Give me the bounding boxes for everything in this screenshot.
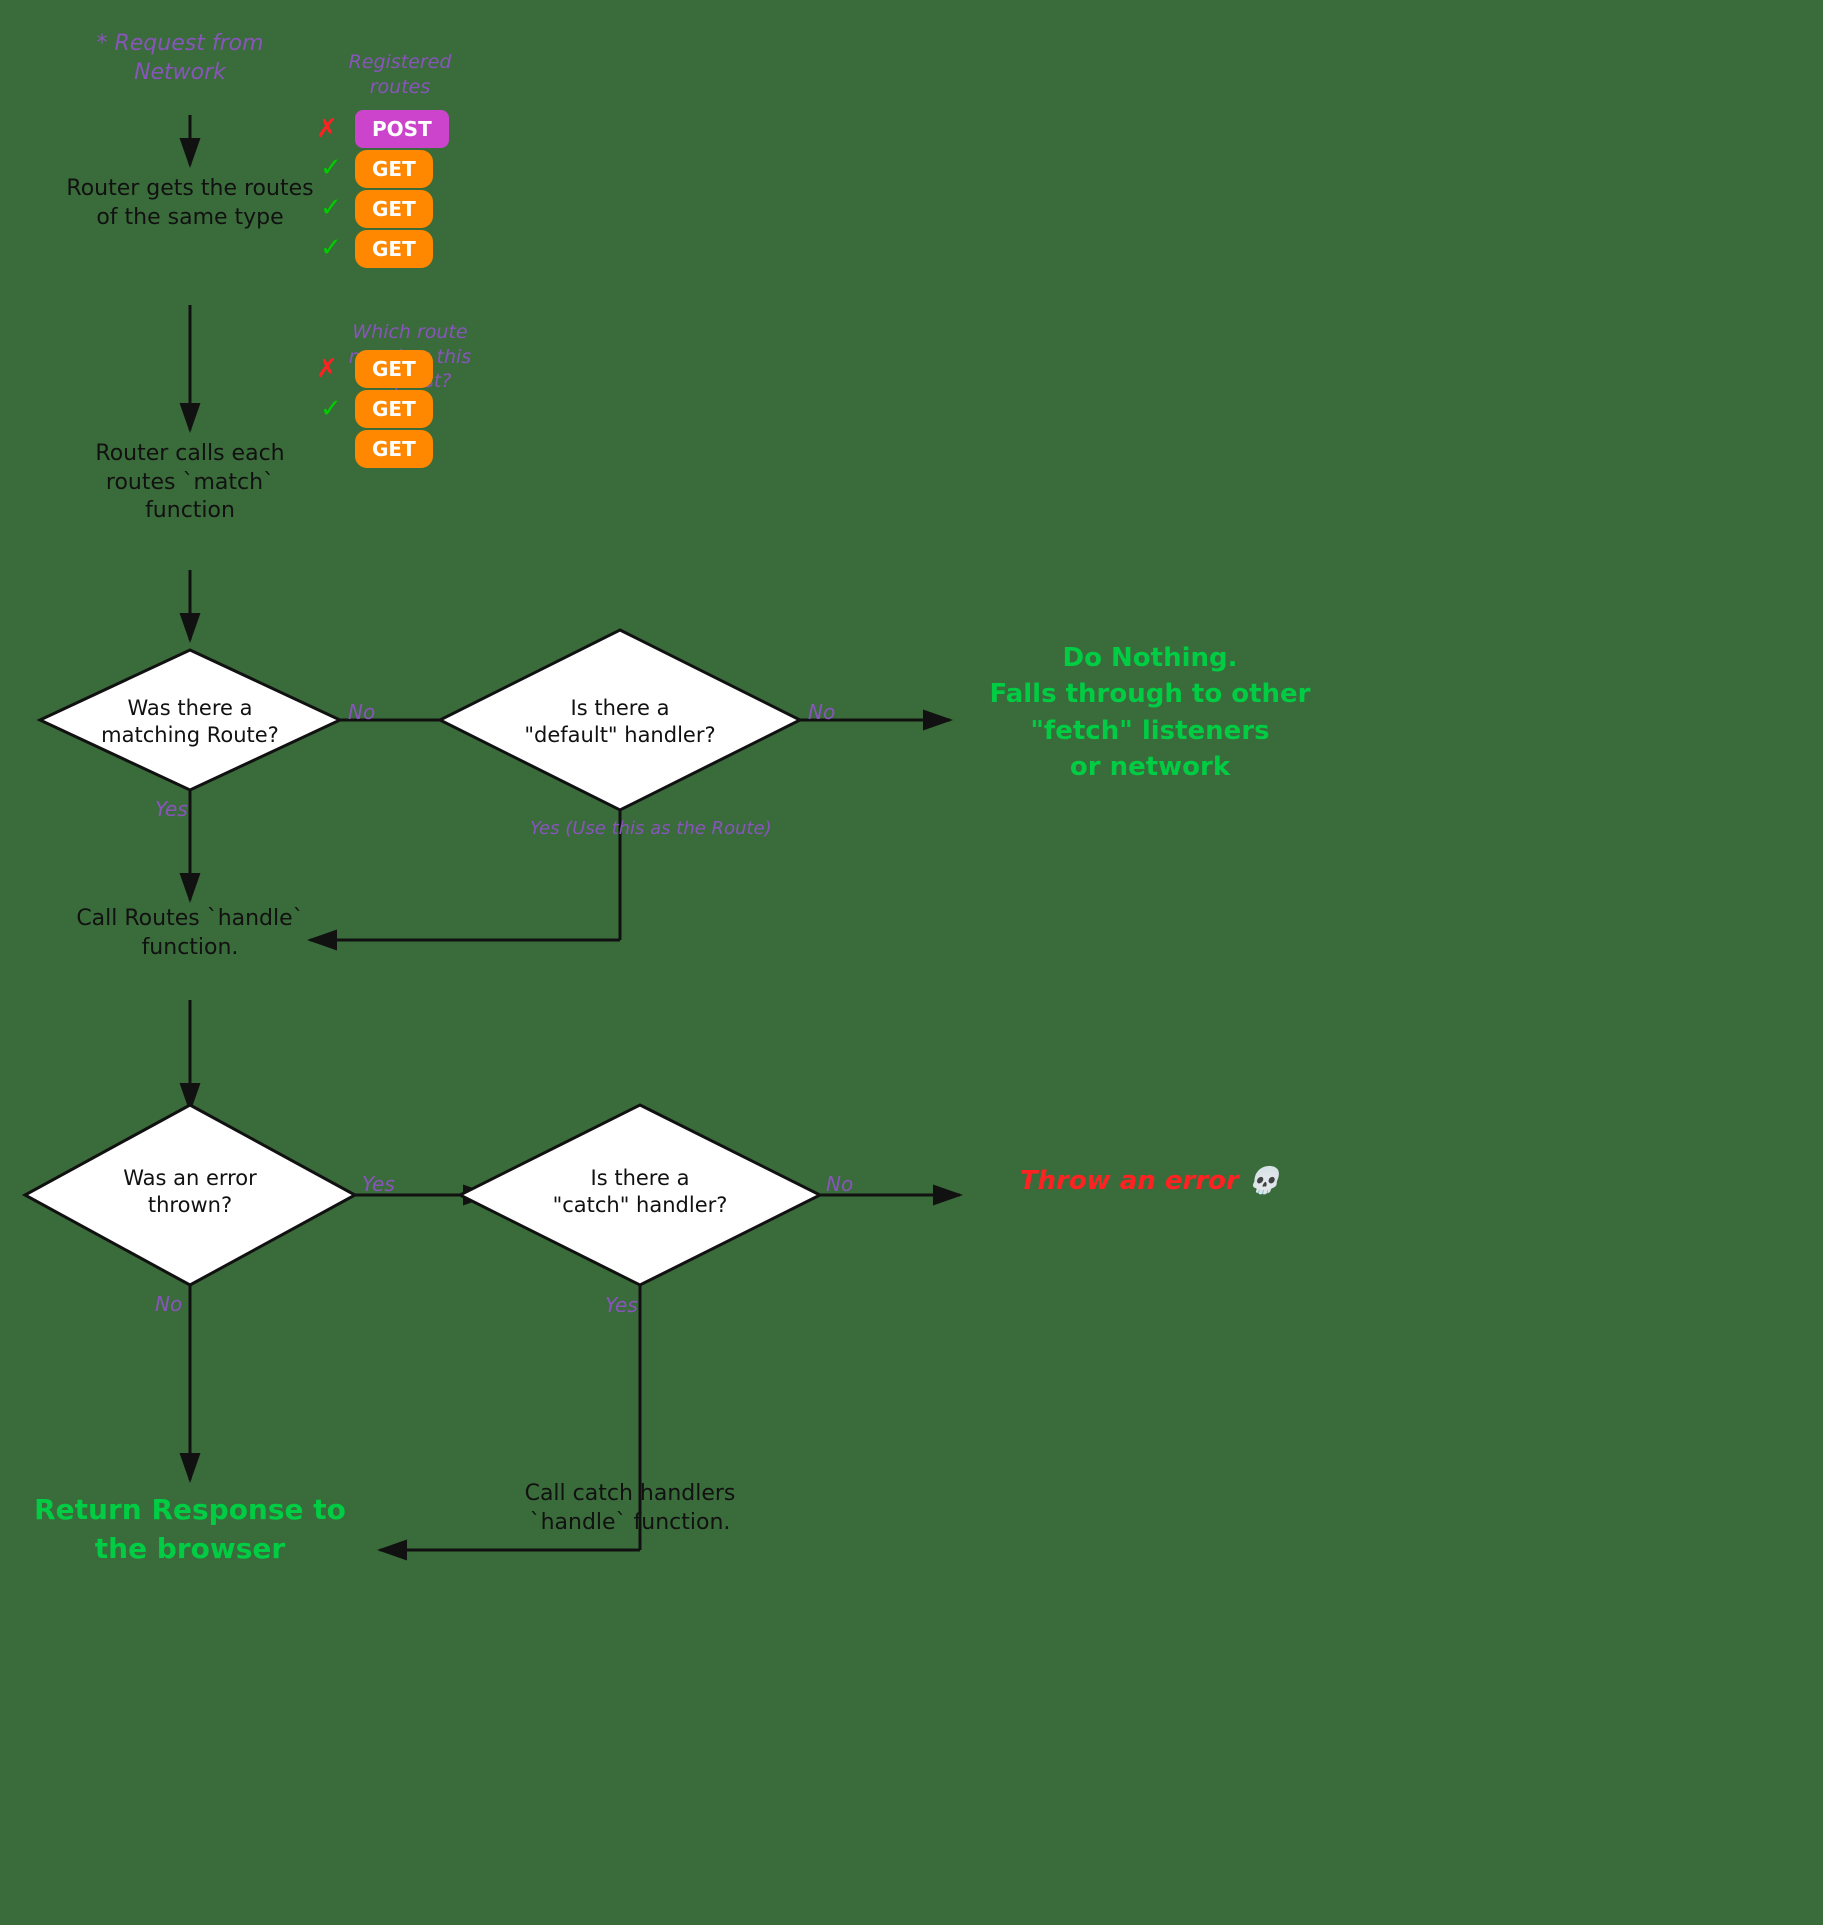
return-response-label: Return Response tothe browser [30, 1490, 350, 1568]
badge-get-match-3: GET [355, 430, 433, 468]
badge-get-3: GET [355, 230, 433, 268]
was-error-thrown-label: Was an errorthrown? [65, 1165, 315, 1220]
flowchart-svg [0, 0, 1823, 1925]
request-from-network-label: * Request from Network [60, 30, 300, 87]
router-gets-routes-label: Router gets the routesof the same type [30, 175, 350, 232]
router-calls-match-label: Router calls eachroutes `match`function [20, 440, 360, 526]
badge-get-1: GET [355, 150, 433, 188]
badge-get-2: GET [355, 190, 433, 228]
yes-label-1: Yes [155, 797, 188, 821]
yes-label-2: Yes (Use this as the Route) [530, 818, 772, 839]
call-routes-handle-label: Call Routes `handle`function. [20, 905, 360, 962]
no-label-2: No [808, 700, 835, 724]
no-label-3: No [826, 1172, 853, 1196]
cross-post: ✗ [316, 114, 338, 144]
throw-error-label: Throw an error 💀 [960, 1163, 1340, 1199]
do-nothing-label: Do Nothing.Falls through to other"fetch"… [960, 640, 1340, 786]
no-label-4: No [155, 1292, 182, 1316]
diagram-container: * Request from Network Router gets the r… [0, 0, 1823, 1925]
is-default-handler-label: Is there a"default" handler? [470, 695, 770, 750]
badge-get-match-1: GET [355, 350, 433, 388]
is-catch-handler-label: Is there a"catch" handler? [490, 1165, 790, 1220]
check-get-match-2: ✓ [320, 394, 342, 424]
was-matching-route-label: Was there amatching Route? [60, 695, 320, 750]
badge-get-match-2: GET [355, 390, 433, 428]
no-label-1: No [348, 700, 375, 724]
check-get-2: ✓ [320, 193, 342, 223]
yes-label-3: Yes [362, 1172, 395, 1196]
cross-get-match: ✗ [316, 354, 338, 384]
check-get-1: ✓ [320, 153, 342, 183]
yes-label-4: Yes [605, 1293, 638, 1317]
registered-routes-label: Registeredroutes [320, 50, 480, 99]
check-get-3: ✓ [320, 233, 342, 263]
badge-post: POST [355, 110, 449, 148]
call-catch-handle-label: Call catch handlers`handle` function. [440, 1480, 820, 1537]
